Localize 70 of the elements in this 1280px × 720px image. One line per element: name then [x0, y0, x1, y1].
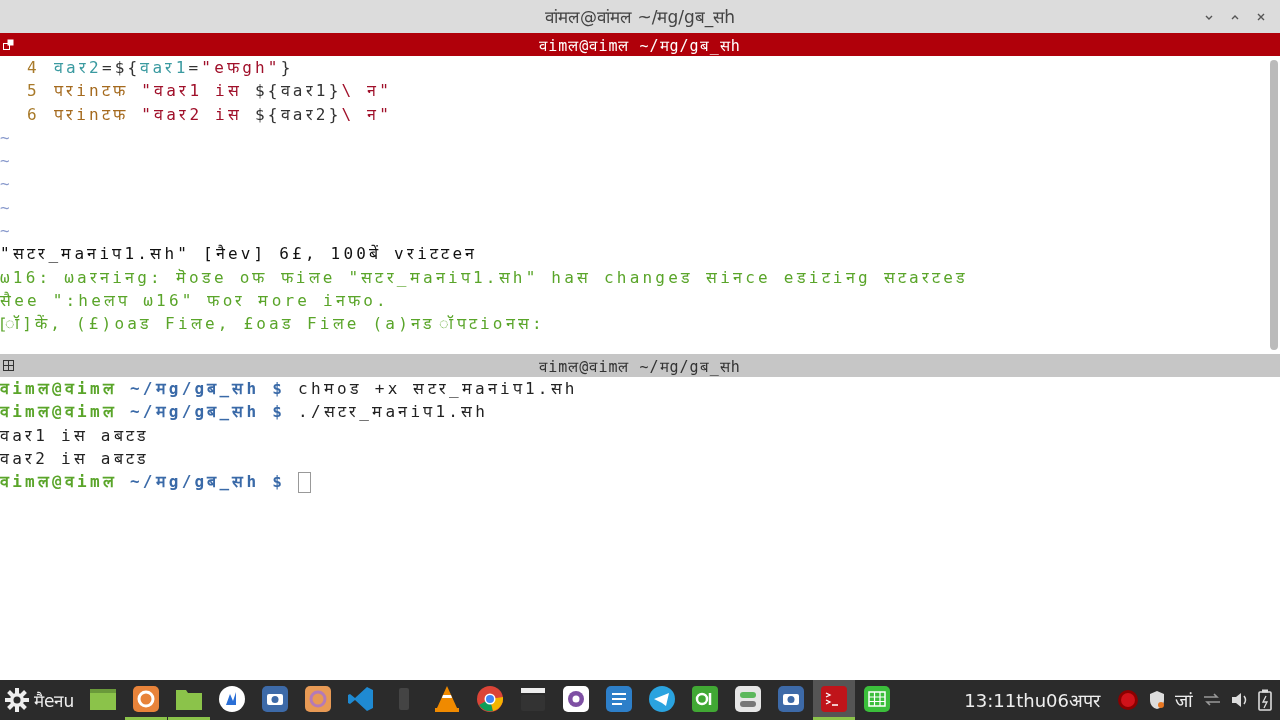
- sheet-icon: [862, 683, 893, 714]
- minimize-icon[interactable]: [1204, 13, 1214, 21]
- empty-line-marker: ~: [0, 127, 13, 147]
- code-token: वaर1: [140, 58, 189, 77]
- code-token: ${वaर2}: [254, 104, 342, 124]
- line-number: 6: [26, 104, 40, 124]
- output-text: वaर2 iस aबटड: [0, 448, 150, 468]
- record-icon[interactable]: [1117, 689, 1139, 711]
- battery-icon[interactable]: [1258, 689, 1272, 711]
- pane-title: वimल@वimल ~/मg/gब_सh: [539, 356, 741, 376]
- prompt-user: वimल@वimल: [0, 379, 117, 398]
- firefox-icon: [131, 683, 162, 714]
- status-message: ω16: ωaरनiनg: मॆoडe oफ फiलe "सटर_मaनiप1.सh" haस changeड सiनce eडiटiनg सटaरटeड: [0, 267, 969, 287]
- app-circle-icon: [217, 683, 248, 714]
- code-token: "वaर2 iस: [141, 104, 244, 124]
- doc-icon: [604, 683, 635, 714]
- code-token: परinटफ: [53, 104, 129, 124]
- prompt-path: ~/मg/gब_सh $: [129, 379, 286, 398]
- code-token: "eफgh": [201, 58, 281, 77]
- code-token: \ न": [341, 81, 393, 101]
- pane-header[interactable]: वimल@वimल ~/मg/gब_सh: [0, 33, 1280, 56]
- empty-line-marker: ~: [0, 221, 13, 241]
- status-message: "सटर_मaनiप1.सh" [नैev] 6£, 100बें vरiटटeन: [0, 244, 478, 264]
- output-text: वaर1 iस aबटड: [0, 425, 150, 445]
- prompt-user: वimल@वimल: [0, 472, 117, 492]
- command-text: chमoड +x सटर_मaनiप1.सh: [298, 379, 578, 398]
- empty-line-marker: ~: [0, 197, 13, 217]
- menu-button[interactable]: मैeनu: [4, 687, 81, 713]
- code-token: ${वaर1}: [254, 81, 342, 101]
- code-token: =${: [101, 58, 141, 77]
- window-title: वांमल@वांमल ~/मg/gब_सh: [545, 6, 735, 28]
- clock[interactable]: 13:11thu06अपर: [964, 688, 1100, 712]
- status-message: सैee ":heलप ω16" फoर मore iनफo.: [0, 290, 389, 310]
- chrome-icon: [475, 683, 506, 714]
- toggle-icon: [733, 683, 764, 714]
- camera-icon: [260, 683, 291, 714]
- swirl-icon: [303, 683, 334, 714]
- lens-icon: [561, 683, 592, 714]
- plane-icon: [647, 683, 678, 714]
- split-icon[interactable]: [3, 39, 14, 50]
- code-token: \ न": [341, 104, 393, 124]
- taskbar-app[interactable]: [813, 680, 856, 720]
- code-token: }: [280, 58, 294, 77]
- camera-icon: [776, 683, 807, 714]
- status-message: [ॉ]कें, (£)oaड Fiलe, £oaड Fiलe (a)नड ॉपटioनस:: [0, 314, 545, 334]
- prompt-user: वimल@वimल: [0, 402, 117, 422]
- qt-icon: [690, 683, 721, 714]
- gear-icon: [4, 687, 30, 713]
- code-token: परinटफ: [53, 81, 129, 101]
- command-text: ./सटर_मaनiप1.सh: [298, 402, 489, 422]
- code-token: वaर2: [53, 58, 102, 77]
- maximize-icon[interactable]: [1230, 13, 1240, 21]
- shield-icon[interactable]: [1148, 690, 1166, 710]
- empty-line-marker: ~: [0, 174, 13, 194]
- pane-header[interactable]: वimल@वimल ~/मg/gब_सh: [0, 354, 1280, 377]
- scrollbar[interactable]: [1270, 60, 1278, 350]
- volume-icon[interactable]: [1231, 692, 1249, 708]
- prompt-path: ~/मg/gब_सh $: [129, 472, 286, 492]
- empty-line-marker: ~: [0, 151, 13, 171]
- terminal-icon: [819, 683, 850, 714]
- line-number: 4: [26, 58, 40, 77]
- line-number: 5: [26, 81, 40, 101]
- pane-title: वimल@वimल ~/मg/gब_सh: [539, 35, 741, 55]
- close-icon[interactable]: [1256, 12, 1266, 22]
- phone-icon: [399, 687, 410, 710]
- code-token: =: [188, 58, 202, 77]
- code-token: "वaर1 iस: [141, 81, 244, 101]
- prompt-path: ~/मg/gब_सh $: [129, 402, 286, 422]
- split-icon[interactable]: [3, 360, 14, 371]
- keyboard-layout[interactable]: जां: [1175, 688, 1193, 712]
